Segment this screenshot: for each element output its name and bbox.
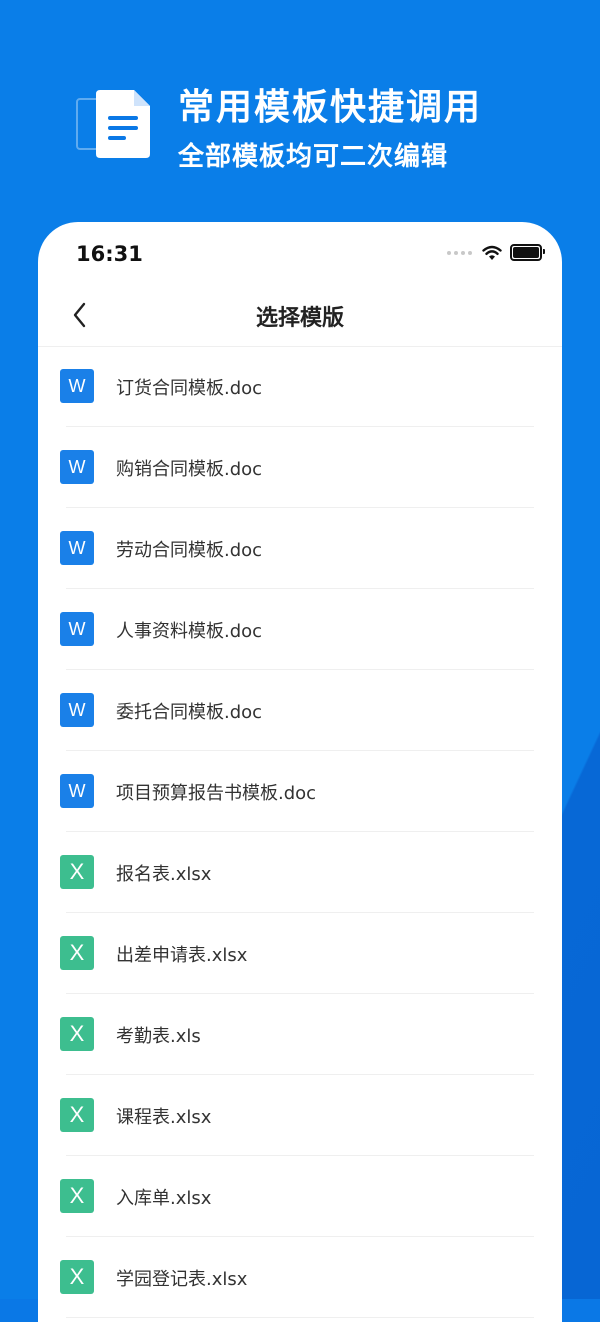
file-row[interactable]: W 委托合同模板.doc [60,670,534,751]
status-time: 16:31 [76,242,143,266]
word-file-icon: W [60,693,94,727]
file-row[interactable]: X 考勤表.xls [60,994,534,1075]
file-name: 入库单.xlsx [116,1188,212,1209]
hero-title: 常用模板快捷调用 [178,87,483,128]
word-file-icon: W [60,450,94,484]
file-row[interactable]: W 订货合同模板.doc [60,346,534,427]
file-row[interactable]: X 课程表.xlsx [60,1075,534,1156]
file-name: 人事资料模板.doc [116,621,263,642]
file-row[interactable]: W 项目预算报告书模板.doc [60,751,534,832]
battery-icon [510,244,545,261]
file-name: 委托合同模板.doc [116,702,263,723]
file-name: 课程表.xlsx [116,1107,212,1128]
status-icons [447,244,545,261]
file-row[interactable]: W 劳动合同模板.doc [60,508,534,589]
file-name: 购销合同模板.doc [116,459,263,480]
file-row[interactable]: X 报名表.xlsx [60,832,534,913]
excel-file-icon: X [60,1179,94,1213]
page-title: 选择模版 [255,306,344,331]
file-name: 劳动合同模板.doc [116,540,263,561]
file-name: 考勤表.xls [116,1026,201,1047]
file-name: 学园登记表.xlsx [116,1269,248,1290]
file-row[interactable]: W 购销合同模板.doc [60,427,534,508]
file-row[interactable]: W 人事资料模板.doc [60,589,534,670]
excel-file-icon: X [60,1017,94,1051]
wifi-icon [482,245,502,260]
file-row[interactable]: X 入库单.xlsx [60,1156,534,1237]
word-file-icon: W [60,612,94,646]
phone-screen: 16:31 选择模版 W 订货合同模板.doc W 购销合同模板.doc W 劳动合同模板… [38,222,562,1322]
excel-file-icon: X [60,1098,94,1132]
word-file-icon: W [60,774,94,808]
file-name: 项目预算报告书模板.doc [116,783,317,804]
file-row[interactable]: X 学园登记表.xlsx [60,1237,534,1318]
hero-banner: 常用模板快捷调用 全部模板均可二次编辑 [0,0,600,220]
document-icon [96,90,150,158]
file-name: 订货合同模板.doc [116,378,263,399]
signal-icon [447,250,472,255]
excel-file-icon: X [60,855,94,889]
hero-subtitle: 全部模板均可二次编辑 [178,142,449,172]
file-row[interactable]: X 出差申请表.xlsx [60,913,534,994]
excel-file-icon: X [60,936,94,970]
file-name: 出差申请表.xlsx [116,945,248,966]
file-list: W 订货合同模板.doc W 购销合同模板.doc W 劳动合同模板.doc W 人事资料模板… [38,346,562,1318]
file-name: 报名表.xlsx [116,864,212,885]
excel-file-icon: X [60,1260,94,1294]
word-file-icon: W [60,531,94,565]
word-file-icon: W [60,369,94,403]
nav-bar: 选择模版 [38,284,562,347]
